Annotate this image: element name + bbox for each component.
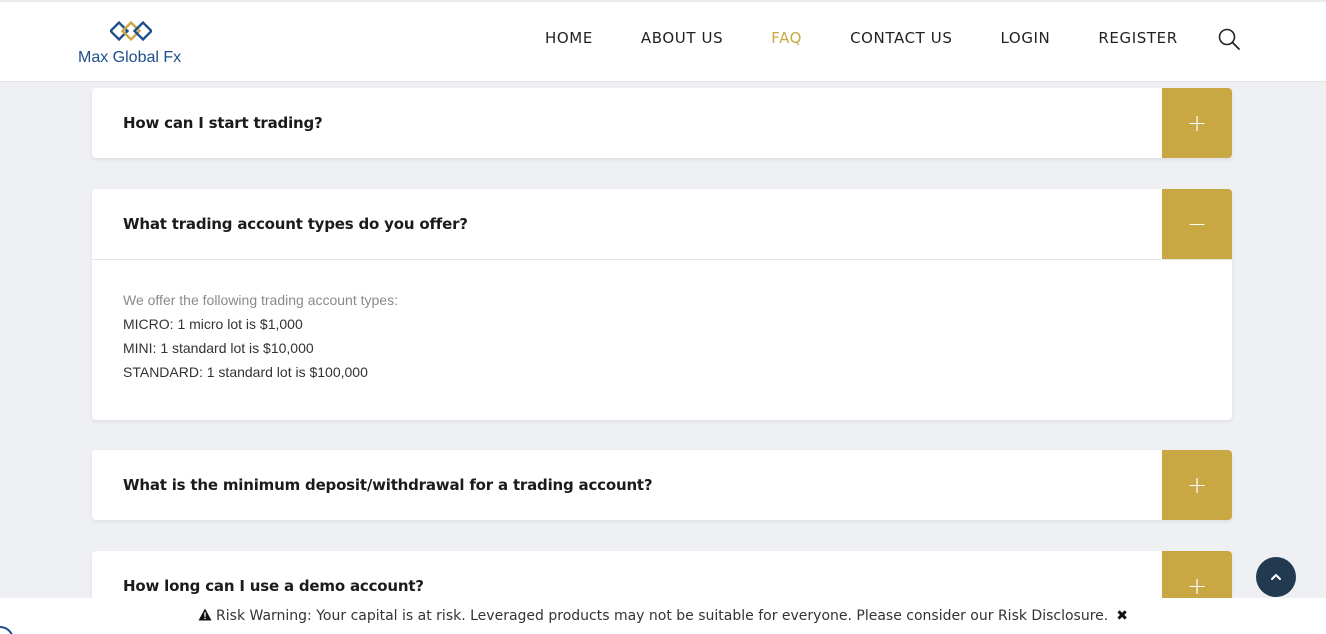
back-to-top-button[interactable] (1256, 557, 1296, 597)
expand-button[interactable]: + (1162, 450, 1232, 520)
faq-question-header[interactable]: What trading account types do you offer?… (92, 189, 1232, 259)
plus-icon: + (1186, 109, 1208, 137)
faq-answer: We offer the following trading account t… (92, 259, 1232, 420)
minus-icon: − (1186, 210, 1208, 238)
warning-icon (198, 608, 212, 621)
faq-question: How can I start trading? (123, 114, 323, 132)
logo[interactable]: Max Global Fx (78, 20, 198, 70)
faq-question: What is the minimum deposit/withdrawal f… (123, 476, 653, 494)
answer-line-micro: MICRO: 1 micro lot is $1,000 (123, 316, 303, 332)
faq-item-expanded: What trading account types do you offer?… (92, 189, 1232, 420)
answer-line-standard: STANDARD: 1 standard lot is $100,000 (123, 364, 368, 380)
answer-line-mini: MINI: 1 standard lot is $10,000 (123, 340, 314, 356)
expand-button[interactable]: + (1162, 88, 1232, 158)
nav-faq[interactable]: FAQ (771, 29, 802, 47)
logo-diamonds-icon (110, 20, 152, 42)
brand-name: Max Global Fx (78, 49, 182, 66)
faq-question-header[interactable]: How can I start trading? + (92, 88, 1232, 158)
collapse-button[interactable]: − (1162, 189, 1232, 259)
risk-warning-bar: Risk Warning: Your capital is at risk. L… (0, 598, 1326, 634)
nav-home[interactable]: HOME (545, 29, 593, 47)
faq-item: How can I start trading? + (92, 88, 1232, 158)
faq-question: What trading account types do you offer? (123, 215, 468, 233)
faq-item: What is the minimum deposit/withdrawal f… (92, 450, 1232, 520)
site-header: Max Global Fx HOME ABOUT US FAQ CONTACT … (0, 0, 1326, 82)
faq-question-header[interactable]: What is the minimum deposit/withdrawal f… (92, 450, 1232, 520)
plus-icon: + (1186, 471, 1208, 499)
risk-warning: Risk Warning: Your capital is at risk. L… (198, 608, 1108, 624)
nav-about-us[interactable]: ABOUT US (641, 29, 723, 47)
faq-question: How long can I use a demo account? (123, 577, 424, 595)
plus-icon: + (1186, 572, 1208, 600)
chevron-up-icon (1271, 574, 1281, 580)
close-icon[interactable]: ✖ (1116, 608, 1128, 624)
main-nav: HOME ABOUT US FAQ CONTACT US LOGIN REGIS… (521, 26, 1202, 50)
nav-login[interactable]: LOGIN (1000, 29, 1050, 47)
nav-register[interactable]: REGISTER (1098, 29, 1177, 47)
risk-warning-text: Risk Warning: Your capital is at risk. L… (216, 608, 1109, 624)
nav-contact-us[interactable]: CONTACT US (850, 29, 952, 47)
search-icon[interactable] (1217, 27, 1241, 51)
answer-intro: We offer the following trading account t… (123, 292, 398, 308)
